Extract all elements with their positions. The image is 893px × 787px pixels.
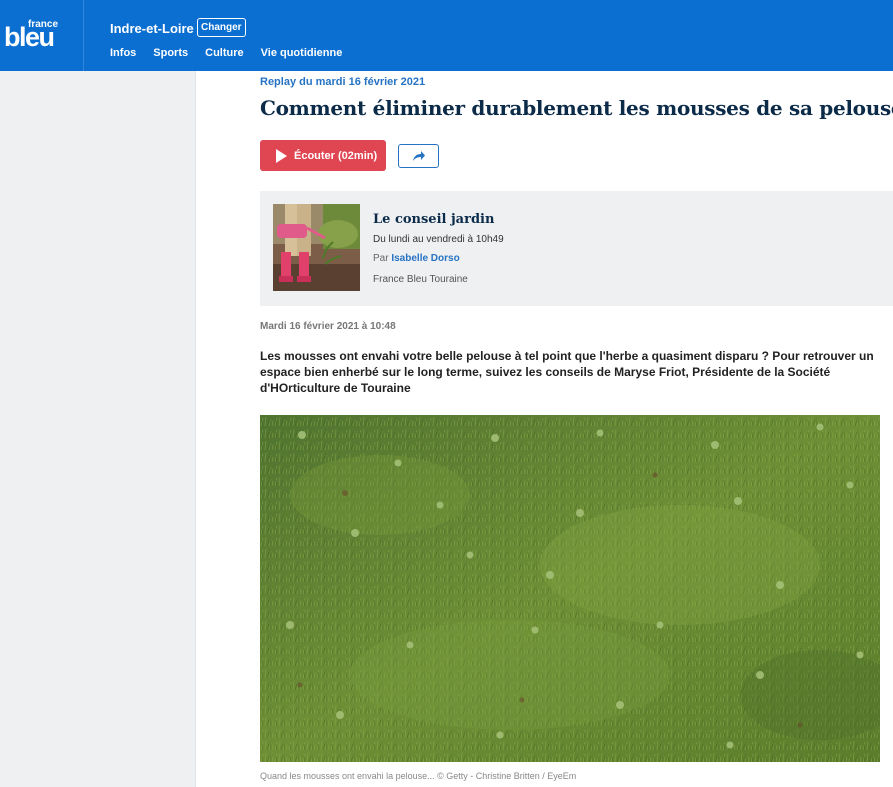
- article-lead: Les mousses ont envahi votre belle pelou…: [260, 349, 874, 395]
- nav-culture[interactable]: Culture: [205, 47, 244, 59]
- left-sidebar: [0, 71, 196, 787]
- nav-vie-quotidienne[interactable]: Vie quotidienne: [261, 47, 343, 59]
- show-name[interactable]: Le conseil jardin: [373, 212, 494, 227]
- show-thumbnail-image: [273, 204, 360, 291]
- page-title: Comment éliminer durablement les mousses…: [260, 96, 893, 120]
- show-author-line: Par Isabelle Dorso: [373, 253, 460, 264]
- replay-label[interactable]: Replay du mardi 16 février 2021: [260, 76, 425, 88]
- region-name[interactable]: Indre-et-Loire: [110, 21, 194, 36]
- play-icon: [276, 148, 287, 163]
- share-button[interactable]: [398, 144, 439, 168]
- listen-button[interactable]: Écouter (02min): [260, 140, 386, 171]
- logo-bleu-text: bleu: [4, 22, 55, 52]
- article-photo: [260, 415, 880, 762]
- show-station: France Bleu Touraine: [373, 274, 468, 285]
- listen-label: Écouter (02min): [294, 149, 378, 162]
- show-author-prefix: Par: [373, 253, 392, 264]
- show-author-link[interactable]: Isabelle Dorso: [391, 253, 459, 264]
- change-region-button[interactable]: Changer: [197, 18, 246, 37]
- top-header: france bleu Indre-et-Loire Changer Infos…: [0, 0, 893, 71]
- nav-sports[interactable]: Sports: [153, 47, 188, 59]
- nav-infos[interactable]: Infos: [110, 47, 136, 59]
- show-schedule: Du lundi au vendredi à 10h49: [373, 234, 504, 245]
- main-nav: Infos Sports Culture Vie quotidienne: [110, 47, 359, 59]
- article-date: Mardi 16 février 2021 à 10:48: [260, 321, 396, 332]
- france-bleu-logo[interactable]: france bleu: [0, 0, 84, 71]
- lawn-moss-image: [260, 415, 880, 762]
- photo-caption: Quand les mousses ont envahi la pelouse.…: [260, 771, 577, 781]
- show-thumbnail[interactable]: [273, 204, 360, 291]
- share-icon: [412, 151, 425, 161]
- show-card: Le conseil jardin Du lundi au vendredi à…: [260, 191, 893, 306]
